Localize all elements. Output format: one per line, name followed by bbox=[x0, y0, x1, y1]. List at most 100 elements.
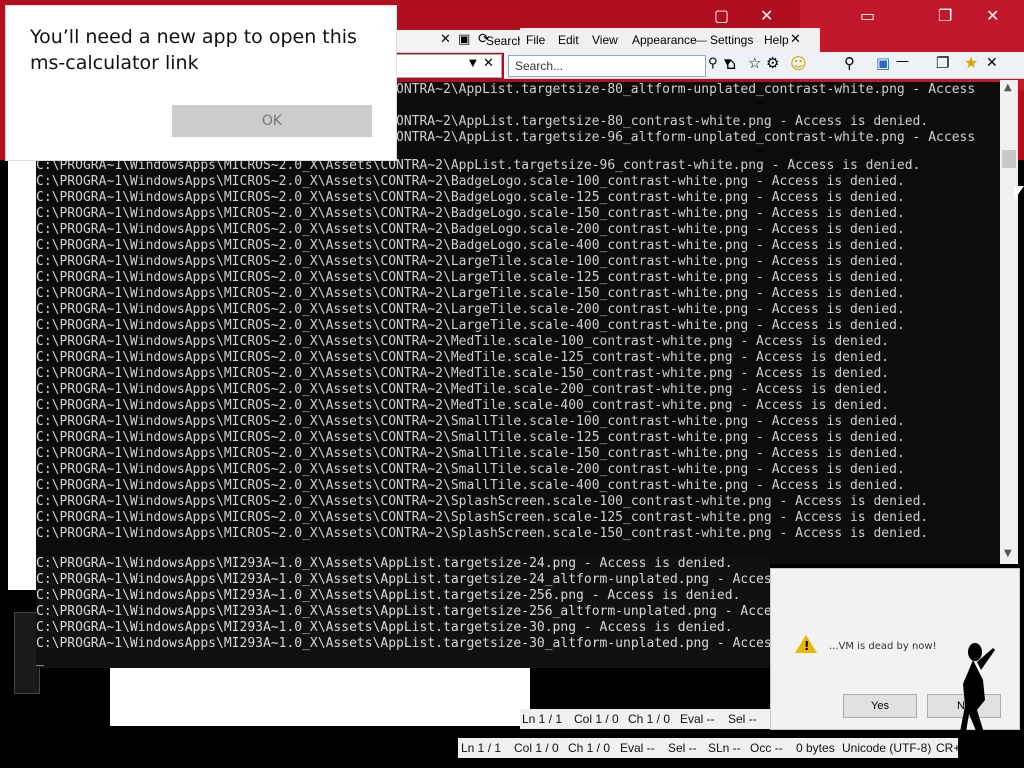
console-output-2: C:\PROGRA~1\WindowsApps\MI293A~1.0_X\Ass… bbox=[36, 556, 770, 668]
console-cursor: _ bbox=[36, 652, 44, 667]
window-icon[interactable]: ❐ bbox=[936, 54, 949, 72]
menu-view[interactable]: View bbox=[592, 33, 618, 47]
menu-settings[interactable]: Settings bbox=[710, 33, 753, 47]
console-line: C:\PROGRA~1\WindowsApps\MICROS~2.0_X\Ass… bbox=[36, 190, 905, 205]
status-eval: Eval -- bbox=[620, 741, 655, 755]
close-icon-5[interactable]: ✕ bbox=[986, 55, 998, 71]
status-line: Ln 1 / 1 bbox=[522, 712, 563, 726]
console-line: C:\PROGRA~1\WindowsApps\MICROS~2.0_X\Ass… bbox=[36, 334, 890, 349]
status-eol: CR+ bbox=[936, 741, 958, 755]
console-line: C:\PROGRA~1\WindowsApps\MICROS~2.0_X\Ass… bbox=[36, 270, 905, 285]
status-eval: Eval -- bbox=[680, 712, 715, 726]
console-scrollbar[interactable]: ▲ ▼ bbox=[1000, 80, 1018, 564]
background-console-bottom bbox=[58, 664, 110, 730]
console-line: C:\PROGRA~1\WindowsApps\MICROS~2.0_X\Ass… bbox=[36, 318, 905, 333]
console-line: ONTRA~2\AppList.targetsize-80_altform-un… bbox=[396, 82, 976, 97]
console-line: C:\PROGRA~1\WindowsApps\MICROS~2.0_X\Ass… bbox=[36, 366, 890, 381]
chevron-down-icon: ▼ bbox=[469, 58, 477, 69]
status-bytes: 0 bytes bbox=[796, 741, 835, 755]
console-line: C:\PROGRA~1\WindowsApps\MICROS~2.0_X\Ass… bbox=[36, 494, 929, 509]
search-tab[interactable]: Search bbox=[486, 34, 524, 48]
console-top: ONTRA~2\AppList.targetsize-80_altform-un… bbox=[396, 82, 1000, 160]
status-col: Col 1 / 0 bbox=[574, 712, 619, 726]
browser-dropdown[interactable]: ▼ ✕ bbox=[396, 54, 502, 78]
address-bar-strip: ✕ ▣ ⟳ Search bbox=[396, 30, 524, 53]
view-icon[interactable]: ▣ bbox=[876, 54, 890, 72]
editor-menubar: File Edit View Appearance — Settings Hel… bbox=[520, 28, 820, 53]
stop-icon[interactable]: ✕ bbox=[440, 32, 451, 47]
open-app-dialog: You’ll need a new app to open this ms-ca… bbox=[6, 6, 396, 160]
console-line: C:\PROGRA~1\WindowsApps\MICROS~2.0_X\Ass… bbox=[36, 158, 921, 173]
status-sel: Sel -- bbox=[728, 712, 757, 726]
compat-icon[interactable]: ▣ bbox=[458, 32, 470, 47]
menu-help[interactable]: Help bbox=[764, 33, 789, 47]
console-line: ONTRA~2\AppList.targetsize-96_altform-un… bbox=[396, 130, 976, 145]
menu-edit[interactable]: Edit bbox=[558, 33, 579, 47]
menu-appearance[interactable]: Appearance bbox=[632, 33, 697, 47]
console-line: C:\PROGRA~1\WindowsApps\MICROS~2.0_X\Ass… bbox=[36, 382, 890, 397]
search-input[interactable]: Search... bbox=[508, 55, 706, 77]
menu-file[interactable]: File bbox=[526, 33, 545, 47]
close-icon-4[interactable]: ✕ bbox=[790, 31, 801, 47]
warning-mark: ! bbox=[804, 639, 810, 653]
console-line: C:\PROGRA~1\WindowsApps\MICROS~2.0_X\Ass… bbox=[36, 206, 905, 221]
console-line: C:\PROGRA~1\WindowsApps\MICROS~2.0_X\Ass… bbox=[36, 510, 929, 525]
maximize-icon-2[interactable]: ▢ bbox=[714, 6, 729, 25]
search-icon[interactable]: ⚲ bbox=[708, 56, 718, 71]
background-window-edge bbox=[8, 150, 38, 590]
yes-button[interactable]: Yes bbox=[843, 694, 917, 718]
console-line: C:\PROGRA~1\WindowsApps\MICROS~2.0_X\Ass… bbox=[36, 222, 905, 237]
console-line: C:\PROGRA~1\WindowsApps\MI293A~1.0_X\Ass… bbox=[36, 604, 770, 619]
console-line: C:\PROGRA~1\WindowsApps\MICROS~2.0_X\Ass… bbox=[36, 286, 905, 301]
console-line: C:\PROGRA~1\WindowsApps\MICROS~2.0_X\Ass… bbox=[36, 398, 890, 413]
status-line: Ln 1 / 1 bbox=[461, 741, 502, 755]
gear-icon[interactable]: ⚙ bbox=[766, 54, 779, 72]
console-line: C:\PROGRA~1\WindowsApps\MICROS~2.0_X\Ass… bbox=[36, 254, 905, 269]
status-ch: Ch 1 / 0 bbox=[628, 712, 671, 726]
console-line: C:\PROGRA~1\WindowsApps\MICROS~2.0_X\Ass… bbox=[36, 302, 905, 317]
scroll-down-icon[interactable]: ▼ bbox=[1004, 548, 1012, 559]
ok-button[interactable]: OK bbox=[172, 105, 372, 137]
close-icon[interactable]: ✕ bbox=[986, 6, 999, 25]
restore-icon[interactable]: ▭ bbox=[860, 6, 875, 25]
smiley-icon[interactable]: ☺ bbox=[790, 54, 807, 73]
console-line: C:\PROGRA~1\WindowsApps\MICROS~2.0_X\Ass… bbox=[36, 174, 905, 189]
status-ch: Ch 1 / 0 bbox=[568, 741, 611, 755]
close-icon-3[interactable]: ✕ bbox=[483, 56, 494, 71]
message-box-text: ...VM is dead by now! bbox=[829, 641, 937, 652]
console-line: C:\PROGRA~1\WindowsApps\MI293A~1.0_X\Ass… bbox=[36, 620, 733, 635]
dancer-silhouette bbox=[959, 643, 995, 738]
status-col: Col 1 / 0 bbox=[514, 741, 559, 755]
status-sel: Sel -- bbox=[668, 741, 697, 755]
maximize-icon[interactable]: ❐ bbox=[938, 6, 952, 25]
status-sln: SLn -- bbox=[708, 741, 741, 755]
scrollbar-thumb[interactable] bbox=[1002, 150, 1016, 168]
scroll-up-icon[interactable]: ▲ bbox=[1004, 82, 1012, 93]
console-line: C:\PROGRA~1\WindowsApps\MICROS~2.0_X\Ass… bbox=[36, 414, 905, 429]
status-bar: Ln 1 / 1 Col 1 / 0 Ch 1 / 0 Eval -- Sel … bbox=[520, 709, 770, 729]
search-placeholder: Search... bbox=[515, 59, 564, 73]
favorites-icon[interactable]: ★ bbox=[964, 53, 978, 72]
console-line: ONTRA~2\AppList.targetsize-80_contrast-w… bbox=[396, 114, 929, 129]
status-bar-2: Ln 1 / 1 Col 1 / 0 Ch 1 / 0 Eval -- Sel … bbox=[458, 738, 958, 758]
console-output: C:\PROGRA~1\WindowsApps\MICROS~2.0_X\Ass… bbox=[36, 158, 1000, 564]
console-line: C:\PROGRA~1\WindowsApps\MICROS~2.0_X\Ass… bbox=[36, 446, 905, 461]
console-line: C:\PROGRA~1\WindowsApps\MICROS~2.0_X\Ass… bbox=[36, 350, 890, 365]
close-icon-2[interactable]: ✕ bbox=[760, 6, 773, 25]
console-line: C:\PROGRA~1\WindowsApps\MICROS~2.0_X\Ass… bbox=[36, 430, 905, 445]
mouse-cursor bbox=[1014, 186, 1024, 200]
console-line: C:\PROGRA~1\WindowsApps\MI293A~1.0_X\Ass… bbox=[36, 572, 770, 587]
home-icon[interactable]: ⌂ bbox=[726, 54, 736, 73]
console-line: C:\PROGRA~1\WindowsApps\MICROS~2.0_X\Ass… bbox=[36, 478, 905, 493]
status-encoding: Unicode (UTF-8) bbox=[842, 741, 932, 755]
minimize-icon[interactable]: — bbox=[896, 54, 909, 69]
zoom-icon[interactable]: ⚲ bbox=[844, 54, 855, 72]
console-line: C:\PROGRA~1\WindowsApps\MI293A~1.0_X\Ass… bbox=[36, 636, 770, 651]
console-line: C:\PROGRA~1\WindowsApps\MICROS~2.0_X\Ass… bbox=[36, 238, 905, 253]
dialog-message: You’ll need a new app to open this ms-ca… bbox=[30, 26, 357, 74]
console-line: C:\PROGRA~1\WindowsApps\MI293A~1.0_X\Ass… bbox=[36, 556, 733, 571]
console-line: C:\PROGRA~1\WindowsApps\MICROS~2.0_X\Ass… bbox=[36, 462, 905, 477]
star-icon[interactable]: ☆ bbox=[748, 54, 761, 72]
console-line: C:\PROGRA~1\WindowsApps\MICROS~2.0_X\Ass… bbox=[36, 526, 929, 541]
